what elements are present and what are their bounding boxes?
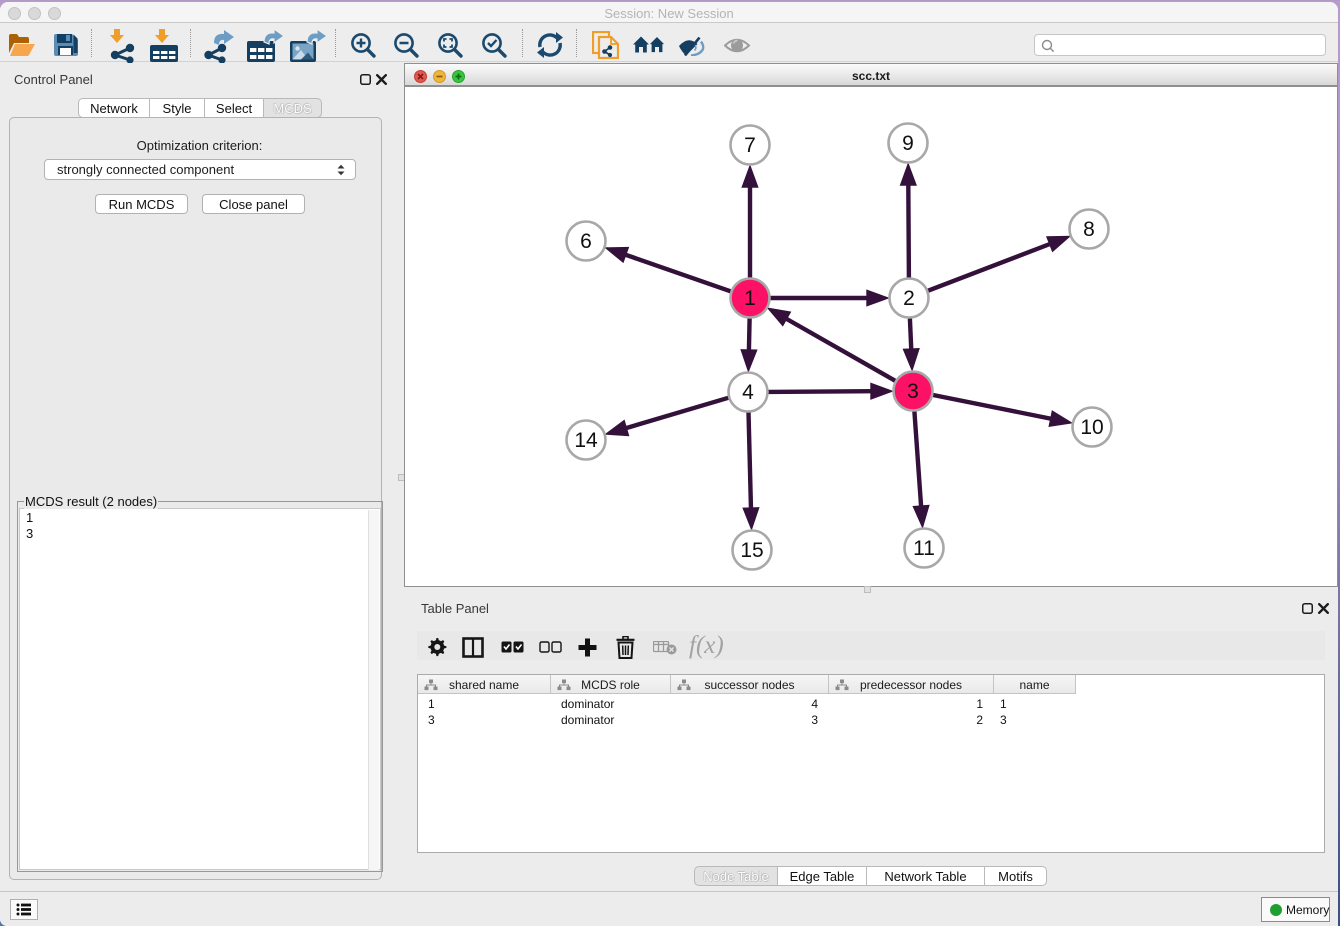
svg-text:9: 9 [902,132,914,155]
svg-text:6: 6 [580,230,592,253]
svg-text:14: 14 [574,429,598,452]
svg-text:15: 15 [740,539,763,562]
svg-text:10: 10 [1080,416,1103,439]
svg-text:7: 7 [744,134,756,157]
svg-text:2: 2 [903,287,915,310]
svg-text:3: 3 [907,380,919,403]
svg-text:1: 1 [744,287,756,310]
svg-text:8: 8 [1083,218,1095,241]
svg-text:11: 11 [913,537,935,560]
svg-text:4: 4 [742,381,754,404]
